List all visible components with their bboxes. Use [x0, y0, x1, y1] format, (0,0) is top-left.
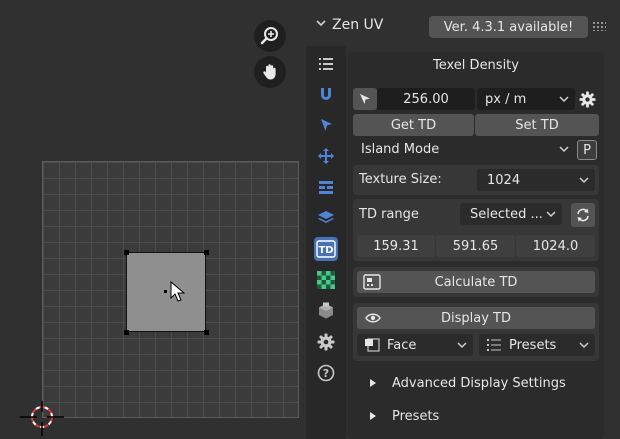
display-mode-select[interactable]: Face: [357, 334, 473, 356]
island-mode-label: Island Mode: [361, 141, 440, 157]
unit-label: px / m: [485, 91, 527, 107]
package-icon[interactable]: [314, 299, 338, 323]
uv-vertex[interactable]: [204, 330, 209, 335]
td-range-mid[interactable]: 591.65: [436, 235, 515, 257]
get-td-button[interactable]: Get TD: [353, 114, 474, 136]
mouse-pointer-icon: [170, 281, 186, 302]
chevron-down-icon: [559, 146, 569, 153]
td-range-box: TD range Selected ... 159.31 591.65 1024…: [353, 199, 599, 261]
island-mode-select[interactable]: Island Mode: [353, 138, 575, 160]
display-td-label: Display TD: [440, 310, 511, 326]
td-icon[interactable]: TD: [314, 237, 338, 261]
presets-subpanel-label: Presets: [392, 408, 440, 424]
drag-handle-icon[interactable]: [592, 21, 606, 31]
select-arrow-icon[interactable]: [314, 113, 338, 137]
calculate-td-label: Calculate TD: [434, 274, 518, 290]
presets-select[interactable]: Presets: [479, 334, 595, 356]
face-mode-icon: [365, 338, 380, 352]
calculate-row: Calculate TD: [353, 267, 599, 297]
tab-bar: TD ?: [306, 46, 346, 439]
stack-icon[interactable]: [314, 175, 338, 199]
calculate-td-button[interactable]: Calculate TD: [357, 271, 595, 293]
uv-vertex[interactable]: [124, 330, 129, 335]
eyedropper-button[interactable]: [353, 88, 377, 110]
panel-header[interactable]: Zen UV Ver. 4.3.1 available!: [306, 10, 614, 42]
help-icon[interactable]: ?: [314, 361, 338, 385]
zoom-magnifier-icon[interactable]: [254, 20, 286, 52]
chevron-down-icon[interactable]: [316, 18, 326, 28]
eye-icon: [365, 313, 381, 323]
svg-text:?: ?: [323, 367, 329, 380]
display-td-box: Display TD Face Presets: [353, 303, 599, 361]
hand-pan-icon[interactable]: [254, 56, 286, 88]
chevron-right-icon: [370, 412, 376, 420]
refresh-button[interactable]: [571, 203, 595, 227]
svg-text:TD: TD: [318, 245, 333, 256]
texture-size-label: Texture Size:: [359, 172, 442, 187]
td-value-input[interactable]: 256.00: [377, 88, 475, 110]
list-bullet-icon: [487, 339, 501, 351]
advanced-display-subpanel[interactable]: Advanced Display Settings: [368, 370, 598, 396]
presets-subpanel[interactable]: Presets: [368, 403, 598, 429]
settings-gear-icon[interactable]: [579, 91, 596, 108]
uv-vertex[interactable]: [204, 250, 209, 255]
chevron-right-icon: [370, 379, 376, 387]
display-td-button[interactable]: Display TD: [357, 307, 595, 329]
display-mode-label: Face: [387, 337, 417, 353]
td-range-select[interactable]: Selected ...: [460, 203, 562, 225]
refresh-icon: [577, 208, 589, 222]
layers-icon[interactable]: [314, 206, 338, 230]
face-dot: [164, 290, 167, 293]
chevron-down-icon: [579, 177, 589, 184]
td-range-value: Selected ...: [470, 206, 543, 222]
set-td-button[interactable]: Set TD: [475, 114, 599, 136]
gear-icon[interactable]: [314, 330, 338, 354]
chevron-down-icon: [559, 96, 569, 103]
2d-cursor-icon[interactable]: [18, 396, 66, 439]
td-range-min[interactable]: 159.31: [357, 235, 435, 257]
td-range-label: TD range: [359, 207, 419, 222]
calculator-icon: [363, 274, 381, 290]
chevron-down-icon: [546, 211, 556, 218]
texture-size-row: Texture Size: 1024: [353, 165, 599, 195]
version-update-button[interactable]: Ver. 4.3.1 available!: [429, 16, 588, 38]
panel-title: Zen UV: [332, 17, 384, 33]
list-icon[interactable]: [314, 52, 338, 76]
chevron-down-icon: [579, 342, 589, 349]
advanced-display-label: Advanced Display Settings: [392, 375, 566, 391]
td-range-max[interactable]: 1024.0: [516, 235, 595, 257]
cursor-arrow-icon: [360, 94, 370, 104]
texel-density-panel: Texel Density 256.00 px / m Get TD Set T…: [348, 52, 604, 439]
unit-select[interactable]: px / m: [477, 88, 575, 110]
p-toggle-button[interactable]: P: [577, 140, 597, 160]
chevron-down-icon: [457, 342, 467, 349]
move-icon[interactable]: [314, 144, 338, 168]
magnet-icon[interactable]: [314, 82, 338, 106]
uv-vertex[interactable]: [124, 250, 129, 255]
section-title: Texel Density: [433, 58, 519, 73]
texture-size-select[interactable]: 1024: [477, 169, 595, 191]
texture-size-value: 1024: [487, 172, 521, 188]
checker-icon[interactable]: [314, 268, 338, 292]
presets-select-label: Presets: [509, 337, 557, 353]
